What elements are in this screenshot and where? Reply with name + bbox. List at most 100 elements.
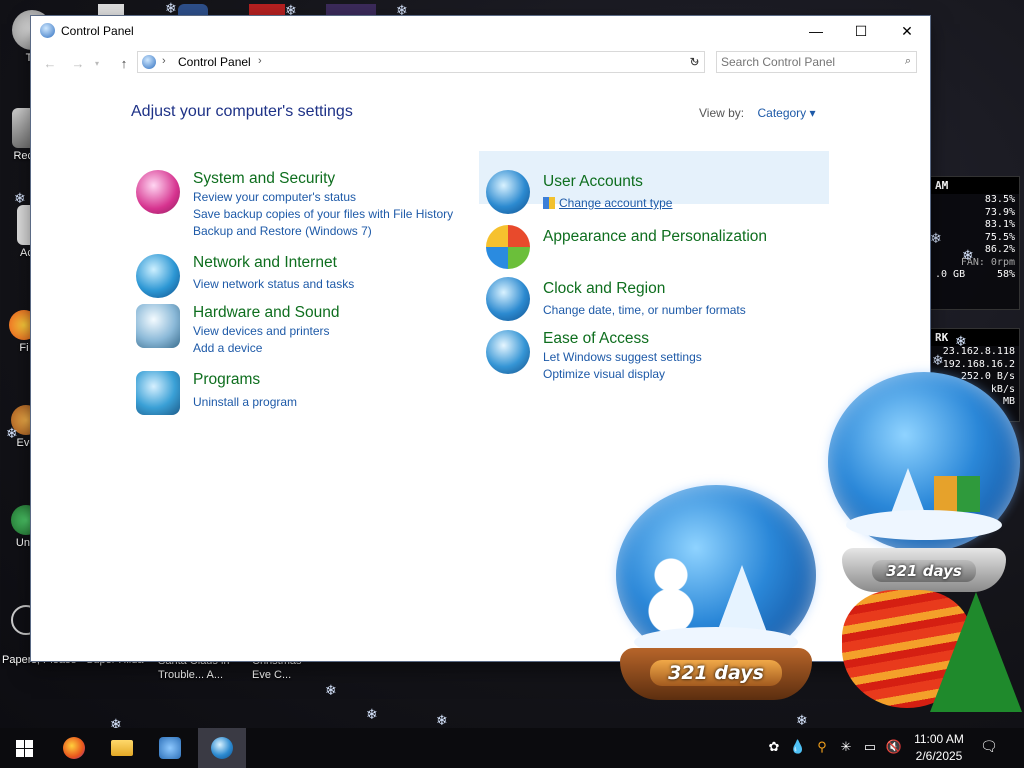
- refresh-button[interactable]: ↻: [685, 51, 705, 73]
- up-button[interactable]: ↑: [113, 54, 135, 72]
- folder-icon: [111, 740, 133, 756]
- chevron-right-icon[interactable]: ›: [162, 55, 166, 67]
- category-link[interactable]: View devices and printers: [193, 324, 330, 338]
- search-input[interactable]: [721, 54, 891, 70]
- christmas-tree-icon: [930, 592, 1022, 712]
- category-link[interactable]: Optimize visual display: [543, 367, 665, 381]
- user-accounts-icon: [486, 170, 530, 214]
- system-monitor-gadget: AM 83.5% 73.9% 83.1% 75.5% 86.2% FAN: 0r…: [930, 176, 1020, 310]
- close-button[interactable]: ✕: [884, 16, 930, 46]
- chevron-right-icon[interactable]: ›: [258, 55, 262, 67]
- control-panel-icon: [142, 55, 156, 69]
- category-title[interactable]: Hardware and Sound: [193, 304, 340, 322]
- control-panel-icon: [211, 737, 233, 759]
- notification-center-button[interactable]: 🗨: [980, 738, 1000, 758]
- taskbar-app-gadgets[interactable]: [146, 728, 194, 768]
- category-title[interactable]: Appearance and Personalization: [543, 228, 767, 246]
- recent-locations-button[interactable]: ▾: [91, 54, 103, 72]
- countdown-days: 321 days: [650, 660, 782, 686]
- gadget-value: 75.5%: [984, 231, 1015, 243]
- desktop-icon-top-2[interactable]: [178, 4, 208, 16]
- gadget-rate: kB/s: [990, 383, 1015, 395]
- search-icon[interactable]: ⌕: [905, 55, 911, 68]
- clock-globe-icon: [486, 277, 530, 321]
- desktop-icon-top-3[interactable]: [249, 4, 285, 16]
- snow-globe-presents: [828, 372, 1020, 552]
- programs-icon: [136, 371, 180, 415]
- category-title[interactable]: Network and Internet: [193, 254, 337, 272]
- category-link[interactable]: Let Windows suggest settings: [543, 350, 702, 364]
- forward-button[interactable]: →: [67, 54, 89, 72]
- arrow-right-icon: →: [71, 55, 85, 71]
- title-bar[interactable]: Control Panel — ☐ ✕: [31, 16, 930, 46]
- snowflake-icon: ❄: [962, 247, 974, 263]
- address-bar[interactable]: › Control Panel › ⌄: [137, 51, 705, 73]
- desktop-icon-label: Fi: [19, 342, 29, 354]
- category-link[interactable]: Add a device: [193, 341, 262, 355]
- address-toolbar: ← → ▾ ↑ › Control Panel › ⌄ ↻ ⌕: [31, 46, 930, 80]
- close-icon: ✕: [901, 22, 913, 39]
- category-link[interactable]: View network status and tasks: [193, 277, 354, 291]
- uac-shield-icon: [543, 197, 555, 209]
- ease-of-access-icon: [486, 330, 530, 374]
- volume-muted-icon[interactable]: 🔇: [886, 739, 902, 755]
- category-link[interactable]: Review your computer's status: [193, 190, 356, 204]
- snowflake-icon: ❄: [366, 706, 378, 722]
- arrow-up-icon: ↑: [120, 55, 128, 71]
- category-title[interactable]: Ease of Access: [543, 330, 649, 348]
- snowflake-icon: ❄: [110, 716, 122, 728]
- category-title[interactable]: Clock and Region: [543, 280, 665, 298]
- back-button[interactable]: ←: [39, 54, 61, 72]
- gadgets-icon: [159, 737, 181, 759]
- category-link[interactable]: Uninstall a program: [193, 395, 297, 409]
- clock-date: 2/6/2025: [915, 749, 963, 763]
- category-link[interactable]: Save backup copies of your files with Fi…: [193, 207, 453, 221]
- gadget-value: 73.9%: [984, 206, 1015, 218]
- arrow-left-icon: ←: [43, 55, 57, 71]
- category-title[interactable]: Programs: [193, 371, 260, 389]
- category-link[interactable]: Change date, time, or number formats: [543, 303, 746, 317]
- category-title[interactable]: System and Security: [193, 170, 335, 188]
- snowflake-icon: ❄: [165, 0, 177, 16]
- search-tray-icon[interactable]: ⚲: [814, 739, 830, 755]
- category-link[interactable]: Backup and Restore (Windows 7): [193, 224, 372, 238]
- gadget-memory-title: AM: [931, 177, 1019, 194]
- snowflake-tray-icon[interactable]: ✳: [838, 739, 854, 755]
- start-button[interactable]: [0, 728, 48, 768]
- appearance-icon: [486, 225, 530, 269]
- page-title: Adjust your computer's settings: [131, 103, 353, 120]
- gadget-value: 83.5%: [984, 194, 1015, 205]
- window-title: Control Panel: [61, 24, 134, 38]
- search-box[interactable]: ⌕: [716, 51, 917, 73]
- snowman-icon: [648, 555, 694, 635]
- taskbar-firefox[interactable]: [50, 728, 98, 768]
- gadget-rate: MB: [1002, 396, 1015, 407]
- gadget-ip: 23.162.8.118: [942, 346, 1015, 357]
- breadcrumb-control-panel[interactable]: Control Panel: [178, 55, 251, 69]
- chevron-down-icon: ▾: [94, 58, 99, 68]
- taskbar-control-panel[interactable]: [198, 728, 246, 768]
- tray-app-icon[interactable]: ✿: [766, 739, 782, 755]
- water-drop-icon[interactable]: 💧: [790, 739, 806, 755]
- minimize-button[interactable]: —: [793, 16, 839, 46]
- notification-icon: 🗨: [980, 738, 998, 754]
- desktop-icon-top-4[interactable]: [326, 4, 376, 16]
- system-clock[interactable]: 11:00 AM 2/6/2025: [904, 731, 974, 765]
- windows-logo-icon: [15, 739, 33, 757]
- clock-time: 11:00 AM: [914, 732, 964, 746]
- snowflake-icon: ❄: [932, 352, 944, 368]
- taskbar-file-explorer[interactable]: [98, 728, 146, 768]
- view-by-dropdown[interactable]: Category ▾: [757, 106, 815, 120]
- network-globe-icon: [136, 254, 180, 298]
- gadget-disk-pct: 58%: [996, 269, 1015, 280]
- snowflake-icon: ❄: [6, 425, 18, 441]
- network-icon[interactable]: ▭: [862, 739, 878, 755]
- snowflake-icon: ❄: [930, 230, 942, 246]
- printer-icon: [136, 304, 180, 348]
- shield-icon: [136, 170, 180, 214]
- change-account-type-link[interactable]: Change account type: [543, 196, 672, 210]
- category-title[interactable]: User Accounts: [543, 173, 643, 191]
- snowflake-icon: ❄: [14, 190, 26, 206]
- maximize-button[interactable]: ☐: [838, 16, 884, 46]
- desktop-icon-top-1[interactable]: [98, 4, 124, 16]
